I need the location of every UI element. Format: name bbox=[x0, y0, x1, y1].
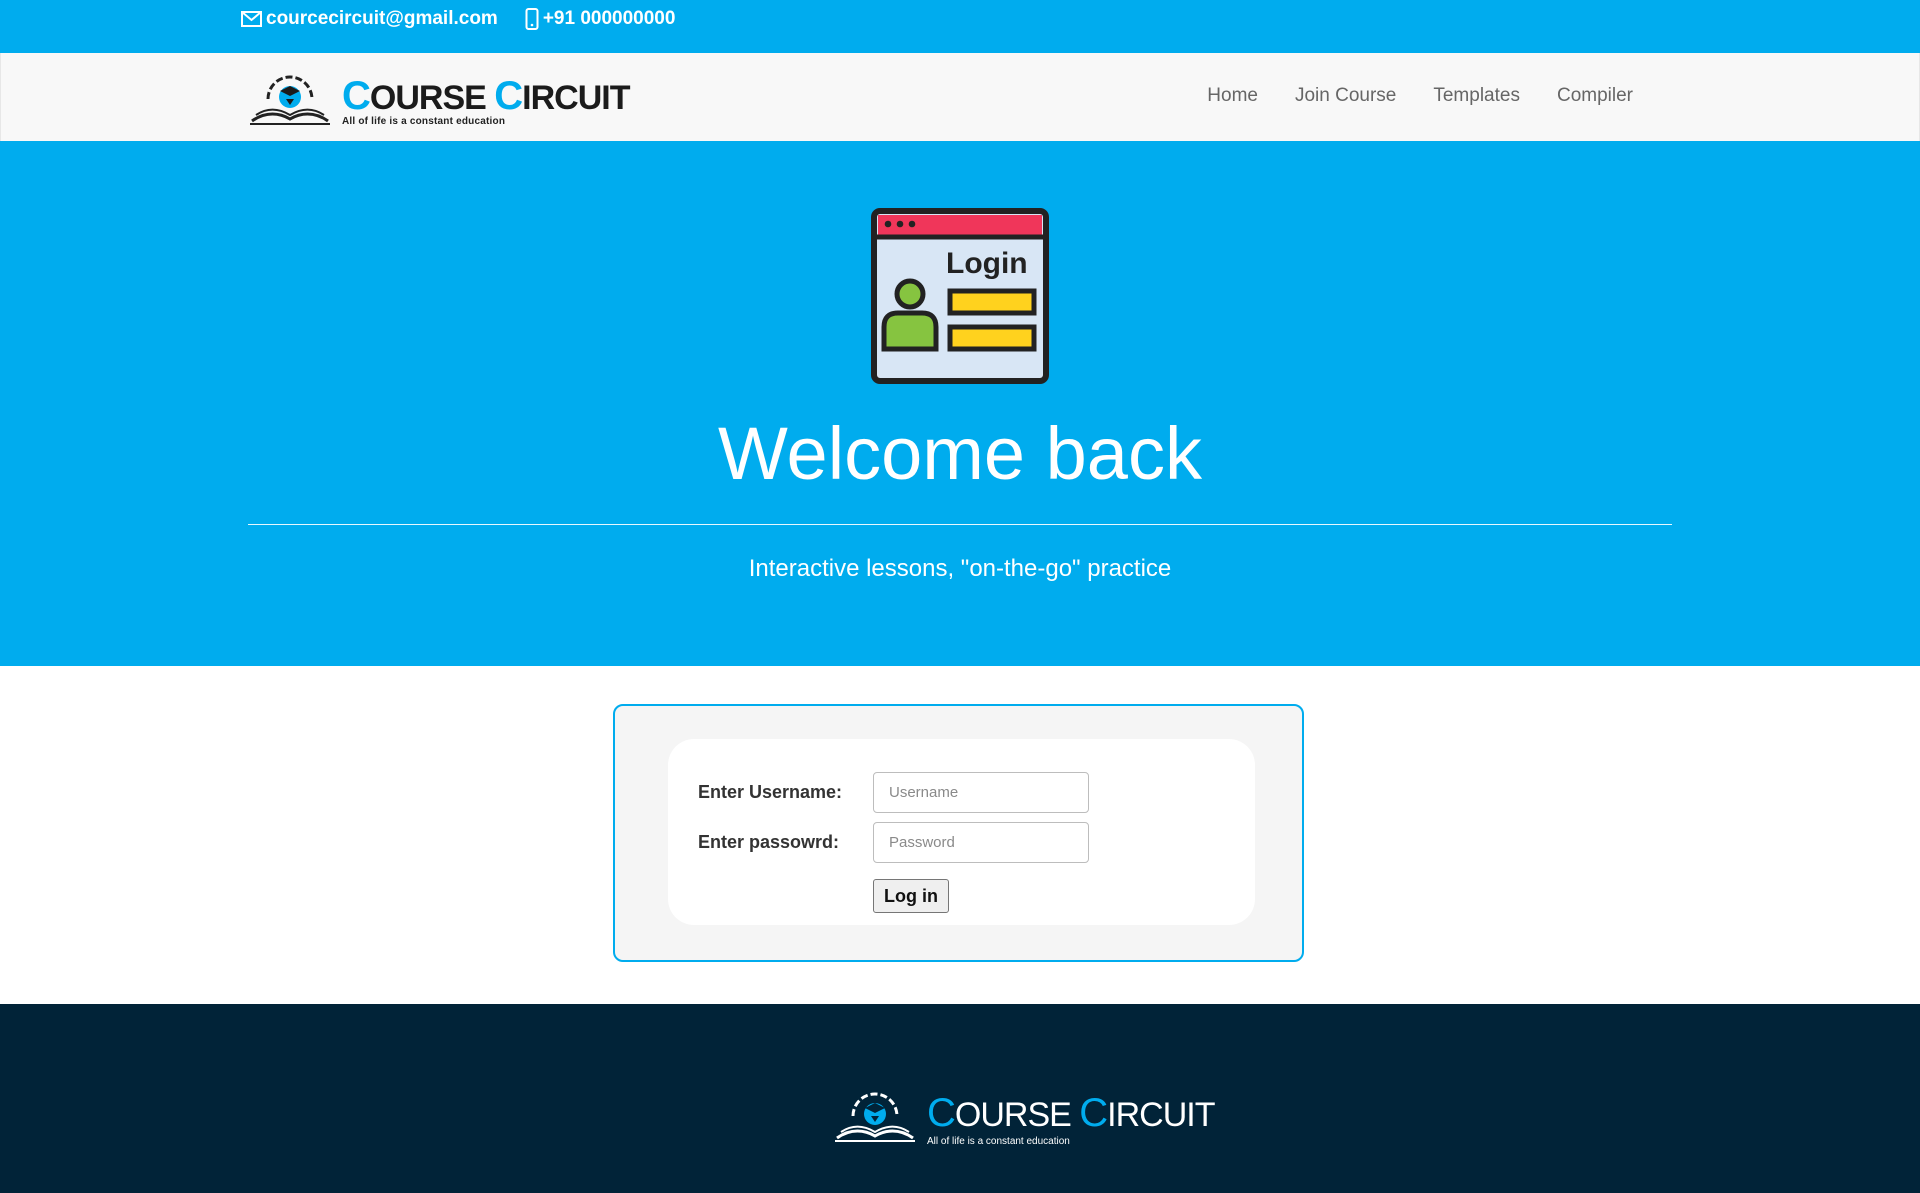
nav-item-home[interactable]: Home bbox=[1207, 85, 1258, 107]
contact-bar: courcecircuit@gmail.com +91 000000000 bbox=[0, 0, 1920, 53]
footer: COURSE CIRCUIT All of life is a constant… bbox=[0, 1004, 1920, 1193]
login-form: Enter Username: Enter passowrd: Log in bbox=[668, 739, 1255, 925]
login-card: Enter Username: Enter passowrd: Log in bbox=[613, 704, 1304, 962]
brand-title-cap-2: C bbox=[494, 74, 523, 118]
username-input[interactable] bbox=[873, 772, 1089, 813]
brand-tagline: All of life is a constant education bbox=[342, 116, 506, 127]
nav-item-templates[interactable]: Templates bbox=[1433, 85, 1520, 107]
footer-brand-title: COURSE CIRCUIT bbox=[927, 1090, 1215, 1136]
footer-brand-name: COURSE CIRCUIT All of life is a constant… bbox=[927, 1090, 1215, 1147]
hero-divider bbox=[248, 524, 1672, 525]
footer-brand-tagline: All of life is a constant education bbox=[927, 1135, 1070, 1147]
contact-phone-text: +91 000000000 bbox=[542, 8, 676, 29]
password-input[interactable] bbox=[873, 822, 1089, 863]
brand-logo[interactable]: COURSE CIRCUIT All of life is a constant… bbox=[248, 71, 630, 132]
nav-menu: Home Join Course Templates Compiler bbox=[1207, 85, 1633, 107]
login-button[interactable]: Log in bbox=[873, 879, 949, 913]
contact-phone[interactable]: +91 000000000 bbox=[525, 8, 676, 30]
footer-brand-title-part-2: IRCUIT bbox=[1107, 1095, 1215, 1134]
logo-emblem-icon bbox=[248, 71, 332, 132]
footer-logo-emblem-icon bbox=[833, 1088, 917, 1149]
illustration-login-text: Login bbox=[946, 247, 1028, 280]
footer-brand-logo[interactable]: COURSE CIRCUIT All of life is a constant… bbox=[833, 1088, 1215, 1149]
brand-name: COURSE CIRCUIT All of life is a constant… bbox=[342, 74, 630, 127]
hero-heading: Welcome back bbox=[718, 412, 1202, 495]
brand-title: COURSE CIRCUIT bbox=[342, 74, 630, 118]
contact-email-text: courcecircuit@gmail.com bbox=[266, 8, 498, 29]
mobile-phone-icon bbox=[525, 8, 539, 30]
username-label: Enter Username: bbox=[698, 782, 843, 802]
brand-title-part-1: OURSE bbox=[369, 79, 495, 117]
nav-item-compiler[interactable]: Compiler bbox=[1557, 85, 1633, 107]
footer-brand-title-part-1: OURSE bbox=[954, 1095, 1080, 1134]
envelope-icon bbox=[241, 11, 262, 27]
password-label: Enter passowrd: bbox=[698, 832, 840, 852]
hero-subtitle: Interactive lessons, "on-the-go" practic… bbox=[748, 555, 1172, 582]
brand-title-part-2: IRCUIT bbox=[522, 79, 630, 117]
main-navbar: COURSE CIRCUIT All of life is a constant… bbox=[0, 53, 1920, 142]
contact-email[interactable]: courcecircuit@gmail.com bbox=[241, 8, 498, 30]
login-illustration-icon: Login bbox=[870, 207, 1050, 390]
footer-brand-title-cap-2: C bbox=[1079, 1090, 1108, 1135]
brand-title-cap-1: C bbox=[342, 74, 371, 118]
contact-info: courcecircuit@gmail.com +91 000000000 bbox=[241, 8, 675, 30]
nav-item-join-course[interactable]: Join Course bbox=[1295, 85, 1396, 107]
hero-section: Login Welcome back Interactive lessons, … bbox=[0, 141, 1920, 666]
footer-brand-title-cap-1: C bbox=[927, 1090, 956, 1135]
